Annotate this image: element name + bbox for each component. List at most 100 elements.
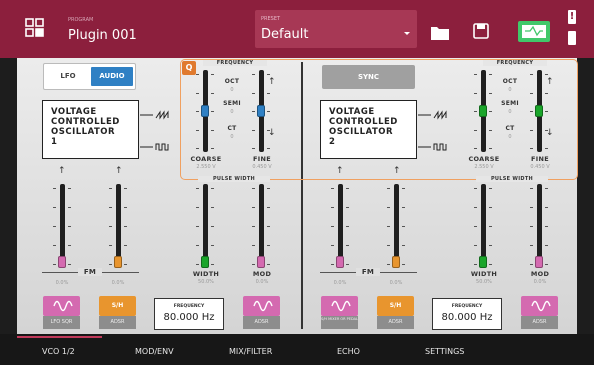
slider-tick — [211, 188, 214, 189]
fm2-slider-left-handle[interactable] — [114, 256, 122, 268]
slider-tick — [211, 129, 214, 131]
slider-tick — [53, 226, 56, 227]
fm2-source-label-left: ADSR — [99, 316, 136, 329]
slider-tick — [267, 148, 270, 149]
fm2-value-left: 0.0% — [111, 280, 125, 286]
fm1-up-arrow-icon-right: ↑ — [336, 166, 344, 176]
slider-tick — [68, 207, 71, 208]
slider-tick — [489, 111, 492, 112]
slider-tick — [124, 245, 127, 246]
slider-tick — [196, 245, 199, 246]
frequency-display-right[interactable]: FREQUENCY 80.000 Hz — [432, 298, 502, 330]
mod-source-label-left: ADSR — [243, 316, 280, 329]
slider-tick — [489, 74, 492, 75]
slider-tick — [402, 226, 405, 227]
plugin-toggle-icon[interactable] — [518, 21, 550, 42]
coarse-label-left: COARSE — [190, 155, 222, 163]
slider-tick — [530, 245, 533, 246]
mod-slider-left-handle[interactable] — [257, 256, 265, 268]
coarse-slider-left-handle[interactable] — [201, 105, 209, 117]
slider-tick — [387, 226, 390, 227]
slider-tick — [68, 264, 71, 265]
frequency-title-right: FREQUENCY — [483, 60, 547, 66]
slider-tick — [252, 226, 255, 227]
slider-tick — [346, 264, 349, 265]
frequency-display-left[interactable]: FREQUENCY 80.000 Hz — [154, 298, 224, 330]
slider-tick — [196, 74, 199, 75]
sine-wave-icon — [531, 300, 551, 312]
fine-value-left: 0.450 V — [252, 164, 272, 170]
slider-tick — [267, 188, 270, 189]
fine-slider-left-handle[interactable] — [257, 105, 265, 117]
fm2-value-right: 0.0% — [389, 280, 403, 286]
ct-value-right: 0 — [508, 134, 512, 140]
fm2-source-button-left[interactable]: S/H — [99, 296, 136, 316]
slider-tick — [196, 207, 199, 208]
mod-source-button-right[interactable] — [521, 296, 558, 316]
slider-tick — [267, 92, 270, 94]
pw-title-left: PULSE WIDTH — [198, 176, 270, 182]
slider-tick — [267, 74, 270, 75]
slider-tick — [530, 226, 533, 227]
vco1-block: VOLTAGE CONTROLLED OSCILLATOR 1 — [42, 100, 139, 159]
mod-value-right: 0.0% — [533, 279, 547, 285]
tab-echo[interactable]: ECHO — [337, 347, 360, 356]
slider-tick — [211, 74, 214, 75]
tab-settings[interactable]: SETTINGS — [425, 347, 464, 356]
slider-tick — [545, 226, 548, 227]
slider-tick — [53, 207, 56, 208]
menu-grid-icon[interactable] — [25, 18, 45, 38]
slider-tick — [545, 129, 548, 131]
fm1-source-button-right[interactable] — [321, 296, 358, 316]
vco1-line3: OSCILLATOR — [51, 127, 116, 137]
slider-tick — [530, 188, 533, 189]
fm2-source-button-right[interactable]: S/H — [377, 296, 414, 316]
oct-value-right: 0 — [508, 87, 512, 93]
coarse-value-right: 2.550 V — [474, 164, 494, 170]
slider-tick — [68, 245, 71, 246]
folder-icon[interactable] — [430, 25, 450, 41]
frequency-title-left: FREQUENCY — [203, 60, 267, 66]
mod-source-button-left[interactable] — [243, 296, 280, 316]
slider-tick — [530, 148, 533, 149]
mod-label-right: MOD — [530, 270, 550, 278]
program-name[interactable]: Plugin 001 — [68, 28, 137, 43]
slider-tick — [267, 207, 270, 208]
width-label-right: WIDTH — [470, 270, 498, 278]
slider-tick — [211, 148, 214, 149]
fm1-source-button-left[interactable] — [43, 296, 80, 316]
tab-mod-env[interactable]: MOD/ENV — [135, 347, 174, 356]
slider-tick — [252, 188, 255, 189]
tab-mix-filter[interactable]: MIX/FILTER — [229, 347, 272, 356]
oct-value-left: 0 — [230, 87, 234, 93]
chevron-down-icon — [404, 32, 410, 35]
vco1-line2: CONTROLLED — [51, 117, 120, 127]
slider-tick — [387, 207, 390, 208]
width-slider-left-handle[interactable] — [201, 256, 209, 268]
slider-tick — [489, 207, 492, 208]
vco1-line4: 1 — [51, 137, 58, 147]
slider-tick — [346, 226, 349, 227]
slider-tick — [252, 148, 255, 149]
width-slider-right-handle[interactable] — [479, 256, 487, 268]
fm2-slider-right-handle[interactable] — [392, 256, 400, 268]
width-value-right: 50.0% — [476, 279, 492, 285]
slider-tick — [474, 226, 477, 227]
slider-tick — [124, 207, 127, 208]
saw-wave-icon — [140, 110, 169, 120]
fm1-slider-right-handle[interactable] — [336, 256, 344, 268]
tab-vco[interactable]: VCO 1/2 — [42, 347, 75, 356]
coarse-slider-right-handle[interactable] — [479, 105, 487, 117]
slider-tick — [211, 245, 214, 246]
slider-tick — [489, 264, 492, 265]
lfo-button[interactable]: LFO — [47, 67, 89, 86]
mod-slider-right-handle[interactable] — [535, 256, 543, 268]
fm1-value-right: 0.0% — [333, 280, 347, 286]
alert-icon[interactable]: ! — [568, 10, 576, 24]
q-badge: Q — [182, 61, 196, 75]
save-icon[interactable] — [473, 23, 489, 39]
fine-slider-right-handle[interactable] — [535, 105, 543, 117]
slider-tick — [124, 226, 127, 227]
fm1-slider-left-handle[interactable] — [58, 256, 66, 268]
audio-button[interactable]: AUDIO — [91, 67, 133, 86]
